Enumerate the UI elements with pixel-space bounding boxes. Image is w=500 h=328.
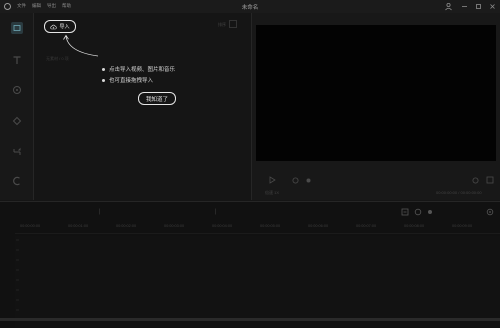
speed-readout[interactable]: 倍速 1X <box>265 190 279 196</box>
menu-export[interactable]: 导出 <box>47 3 56 9</box>
import-label: 导入 <box>59 24 70 30</box>
text-tool-icon[interactable] <box>10 53 24 67</box>
track-scale <box>16 239 19 311</box>
ruler-tick-label: 00:00:02:00 <box>116 224 137 228</box>
timecode-readout: 00:00:00:00 / 00:00:00:00 <box>436 190 482 195</box>
delete-icon[interactable] <box>212 208 219 215</box>
user-icon[interactable] <box>444 2 453 11</box>
ruler-tick-label: 00:00:04:00 <box>212 224 233 228</box>
got-it-button[interactable]: 我知道了 <box>138 92 176 105</box>
tip-arrow-icon <box>63 34 99 57</box>
transition-tool-icon[interactable] <box>10 145 24 159</box>
tip-line-2: 也可直接拖拽导入 <box>102 76 153 84</box>
ruler-tick-label: 00:00:00:00 <box>20 224 41 228</box>
ruler-tick-label: 00:00:09:00 <box>452 224 473 228</box>
fullscreen-icon[interactable] <box>472 177 479 184</box>
minimize-icon[interactable] <box>460 2 469 11</box>
ratio-icon[interactable] <box>486 176 494 184</box>
restore-icon[interactable] <box>474 2 483 11</box>
ruler-tick-label: 00:00:07:00 <box>356 224 377 228</box>
media-tool-icon[interactable] <box>11 22 23 34</box>
record-icon[interactable] <box>306 178 311 183</box>
menu-help[interactable]: 帮助 <box>62 3 71 9</box>
zoom-fit-icon[interactable] <box>414 208 422 216</box>
tool-sidebar <box>0 13 34 200</box>
sticker-tool-icon[interactable] <box>10 83 24 97</box>
ruler-tick-label: 00:00:01:00 <box>68 224 89 228</box>
upload-cloud-icon <box>50 24 58 30</box>
ruler-tick-label: 00:00:05:00 <box>260 224 281 228</box>
close-icon[interactable] <box>488 2 497 11</box>
ruler-tick-label: 00:00:03:00 <box>164 224 185 228</box>
timeline-settings-icon[interactable] <box>486 208 494 216</box>
bullet-icon <box>102 78 105 82</box>
player-screen <box>256 25 496 161</box>
bullet-icon <box>102 67 105 71</box>
import-button[interactable]: 导入 <box>44 20 76 33</box>
sort-label[interactable]: 排序 <box>218 22 226 28</box>
window-title: 未命名 <box>241 4 259 11</box>
split-icon[interactable] <box>96 208 103 215</box>
ruler-tick-label: 00:00:06:00 <box>308 224 329 228</box>
menu-edit[interactable]: 编辑 <box>32 3 41 9</box>
stop-icon[interactable] <box>292 177 299 184</box>
view-toggle-icon[interactable] <box>229 20 237 28</box>
zoom-out-icon[interactable] <box>401 208 409 216</box>
ruler-tick-label: 00:00:08:00 <box>404 224 425 228</box>
tip-text-2: 也可直接拖拽导入 <box>109 78 154 84</box>
tip-text-1: 点击导入视频、图片和音乐 <box>109 67 176 73</box>
play-icon[interactable] <box>268 176 276 184</box>
horizontal-scrollbar[interactable] <box>0 318 500 321</box>
effect-tool-icon[interactable] <box>10 114 24 128</box>
timeline-track-area[interactable] <box>15 236 500 327</box>
zoom-slider-icon[interactable] <box>427 208 433 216</box>
menu-file[interactable]: 文件 <box>17 3 26 9</box>
logo-icon <box>4 3 11 10</box>
filter-tool-icon[interactable] <box>10 174 24 188</box>
tip-line-1: 点击导入视频、图片和音乐 <box>102 65 175 73</box>
